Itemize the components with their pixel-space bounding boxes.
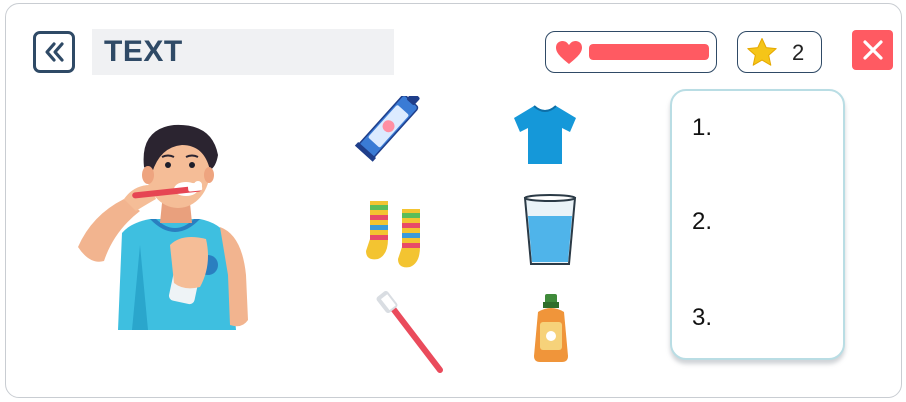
- close-icon: [862, 40, 883, 60]
- boy-brushing-teeth-illustration: [78, 124, 248, 330]
- health-bar: [545, 31, 717, 73]
- title-box: TEXT: [92, 29, 394, 75]
- star-count: 2: [792, 40, 805, 65]
- double-chevron-left-icon: [45, 42, 64, 62]
- back-button[interactable]: [33, 31, 75, 73]
- page-title: TEXT: [104, 35, 183, 68]
- heart-icon: [556, 41, 582, 64]
- star-icon: [747, 38, 777, 66]
- bottle-icon[interactable]: [530, 292, 572, 364]
- tshirt-icon[interactable]: [512, 104, 578, 166]
- answer-slot-1[interactable]: 1.: [692, 114, 712, 142]
- health-track: [589, 44, 709, 60]
- water-glass-icon[interactable]: [522, 194, 578, 268]
- answer-card: 1. 2. 3.: [670, 89, 845, 360]
- answer-slot-3[interactable]: 3.: [692, 304, 712, 332]
- toothbrush-icon[interactable]: [374, 290, 446, 374]
- answer-slot-2[interactable]: 2.: [692, 208, 712, 236]
- star-counter: 2: [737, 31, 822, 73]
- toothpaste-icon[interactable]: [348, 96, 424, 168]
- health-fill: [589, 44, 709, 60]
- socks-icon[interactable]: [362, 195, 434, 273]
- close-button[interactable]: [852, 30, 893, 70]
